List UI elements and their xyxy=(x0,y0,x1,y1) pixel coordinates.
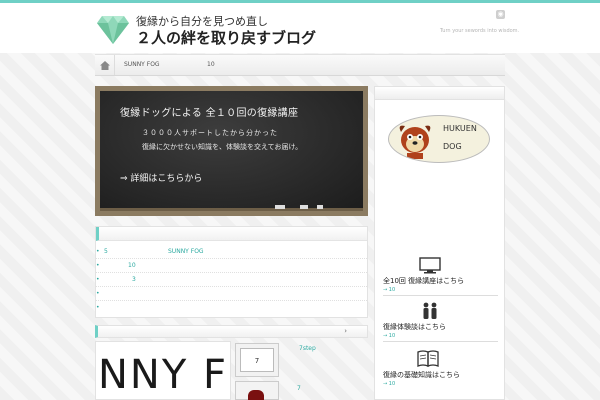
dog-mascot-icon xyxy=(399,125,431,159)
sidebar-link-stories-sub[interactable]: → 10 xyxy=(383,333,395,339)
banner-details-link[interactable]: ⇒ 詳細はこちらから xyxy=(120,171,202,184)
bullet-icon: • xyxy=(96,262,100,269)
nav-home-button[interactable] xyxy=(95,55,115,75)
list-item-number[interactable]: 3 xyxy=(132,273,136,287)
monitor-icon xyxy=(419,257,441,274)
list-item[interactable]: • 3 xyxy=(96,273,367,287)
list-item-number[interactable]: 5 xyxy=(104,245,108,259)
divider xyxy=(383,295,498,296)
site-title-line2[interactable]: ２人の絆を取り戻すブログ xyxy=(136,27,316,48)
more-arrow-icon[interactable]: › xyxy=(344,327,347,335)
chalk-tray xyxy=(100,208,363,211)
list-item[interactable]: • xyxy=(96,287,367,301)
banner-description: 復縁に欠かせない知識を、体験談を交えてお届け。 xyxy=(142,143,303,151)
chalk-eraser xyxy=(275,205,285,209)
featured-image-text: NNY F xyxy=(98,352,228,398)
site-header: 復縁から自分を見つめ直し ２人の絆を取り戻すブログ ◉ Turn your se… xyxy=(0,3,600,53)
post-title[interactable]: 7 xyxy=(297,385,301,392)
chalk-piece xyxy=(317,205,323,209)
latest-posts-header xyxy=(96,227,367,241)
post-title[interactable]: 7step xyxy=(299,345,316,352)
chalk-piece xyxy=(300,205,308,209)
list-item[interactable]: • 10 xyxy=(96,259,367,273)
featured-section-header: › xyxy=(95,325,368,338)
bullet-icon: • xyxy=(96,248,100,255)
list-item[interactable]: • xyxy=(96,301,367,315)
diamond-logo-icon[interactable] xyxy=(96,12,130,46)
banner-subtitle: ３０００人サポートしたから分かった xyxy=(142,129,278,137)
sidebar-header xyxy=(375,87,504,100)
bullet-icon: • xyxy=(96,304,100,311)
post-thumbnail[interactable] xyxy=(235,381,279,400)
thumbnail-card: 7 xyxy=(240,348,274,372)
rss-icon[interactable]: ◉ xyxy=(496,10,505,19)
thumbnail-image xyxy=(248,390,264,400)
dog-banner-line1: HUKUEN xyxy=(443,124,477,133)
home-icon xyxy=(99,60,110,70)
course-banner[interactable]: 復縁ドッグによる 全１０回の復縁講座 ３０００人サポートしたから分かった 復縁に… xyxy=(95,86,368,216)
post-thumbnail[interactable]: 7 xyxy=(235,343,279,377)
chalkboard: 復縁ドッグによる 全１０回の復縁講座 ３０００人サポートしたから分かった 復縁に… xyxy=(100,91,363,211)
list-item-title[interactable]: SUNNY FOG xyxy=(168,245,204,259)
sidebar: HUKUEN DOG 全10回 復縁講座はこちら → 10 復縁体験談はこちら … xyxy=(374,86,505,400)
sidebar-link-course-sub[interactable]: → 10 xyxy=(383,287,395,293)
hukuen-dog-banner[interactable]: HUKUEN DOG xyxy=(388,115,490,163)
sidebar-link-basics[interactable]: 復縁の基礎知識はこちら xyxy=(383,370,460,380)
banner-title: 復縁ドッグによる 全１０回の復縁講座 xyxy=(120,108,299,119)
site-tagline: Turn your sewords into wisdom. xyxy=(440,28,520,34)
main-nav: SUNNY FOG 10 xyxy=(95,54,505,76)
sidebar-link-stories[interactable]: 復縁体験談はこちら xyxy=(383,322,446,332)
latest-posts-panel: • 5 SUNNY FOG • 10 • 3 • • xyxy=(95,226,368,318)
bullet-icon: • xyxy=(96,290,100,297)
featured-image[interactable]: NNY F xyxy=(95,341,231,400)
nav-item-sunny-fog[interactable]: SUNNY FOG xyxy=(124,61,160,68)
nav-item-10[interactable]: 10 xyxy=(207,61,215,68)
sidebar-link-basics-sub[interactable]: → 10 xyxy=(383,381,395,387)
divider xyxy=(383,341,498,342)
dog-banner-line2: DOG xyxy=(443,142,462,151)
bullet-icon: • xyxy=(96,276,100,283)
list-item[interactable]: • 5 SUNNY FOG xyxy=(96,245,367,259)
list-item-number[interactable]: 10 xyxy=(128,259,136,273)
people-icon xyxy=(423,302,437,319)
book-icon xyxy=(417,350,439,367)
sidebar-link-course[interactable]: 全10回 復縁講座はこちら xyxy=(383,276,464,286)
